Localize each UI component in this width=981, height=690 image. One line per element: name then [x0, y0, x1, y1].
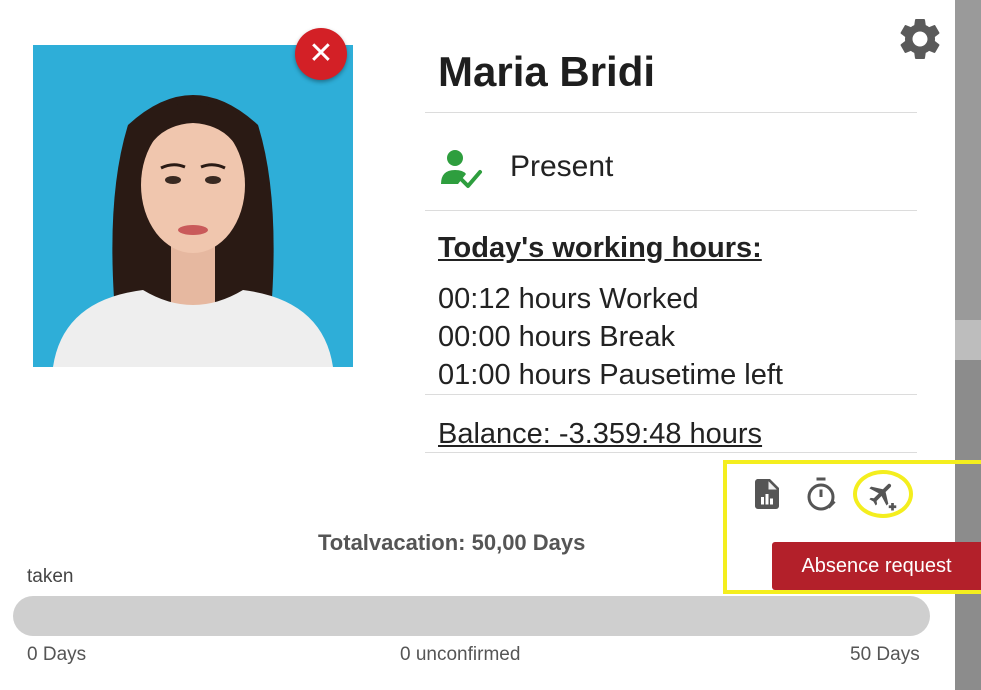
- gear-icon[interactable]: [895, 14, 945, 64]
- hours-worked: 00:12 hours Worked: [438, 283, 699, 315]
- report-icon[interactable]: [749, 476, 785, 512]
- working-hours-title: Today's working hours:: [438, 232, 762, 264]
- vacation-min-label: 0 Days: [27, 644, 87, 665]
- balance: Balance: -3.359:48 hours: [438, 418, 763, 450]
- vacation-progress-bar: [13, 596, 930, 636]
- vacation-unconfirmed-label: 0 unconfirmed: [400, 644, 521, 665]
- stopwatch-icon[interactable]: [803, 476, 839, 512]
- hours-pausetime-left: 01:00 hours Pausetime left: [438, 359, 783, 391]
- attendance-status: Present: [510, 150, 614, 183]
- employee-name: Maria Bridi: [438, 48, 656, 95]
- total-vacation: Totalvacation: 50,00 Days: [318, 530, 586, 555]
- absence-request-button[interactable]: Absence request: [772, 542, 981, 590]
- vacation-max-label: 50 Days: [850, 644, 920, 665]
- hours-break: 00:00 hours Break: [438, 321, 675, 353]
- user-check-icon: [441, 150, 482, 188]
- employee-photo: [33, 45, 353, 367]
- divider: [425, 394, 917, 395]
- divider: [425, 112, 917, 113]
- remove-photo-button[interactable]: ✕: [295, 28, 347, 80]
- divider: [425, 210, 917, 211]
- vacation-taken-label: taken: [27, 566, 74, 587]
- divider: [425, 452, 917, 453]
- highlight-circle: [853, 470, 913, 518]
